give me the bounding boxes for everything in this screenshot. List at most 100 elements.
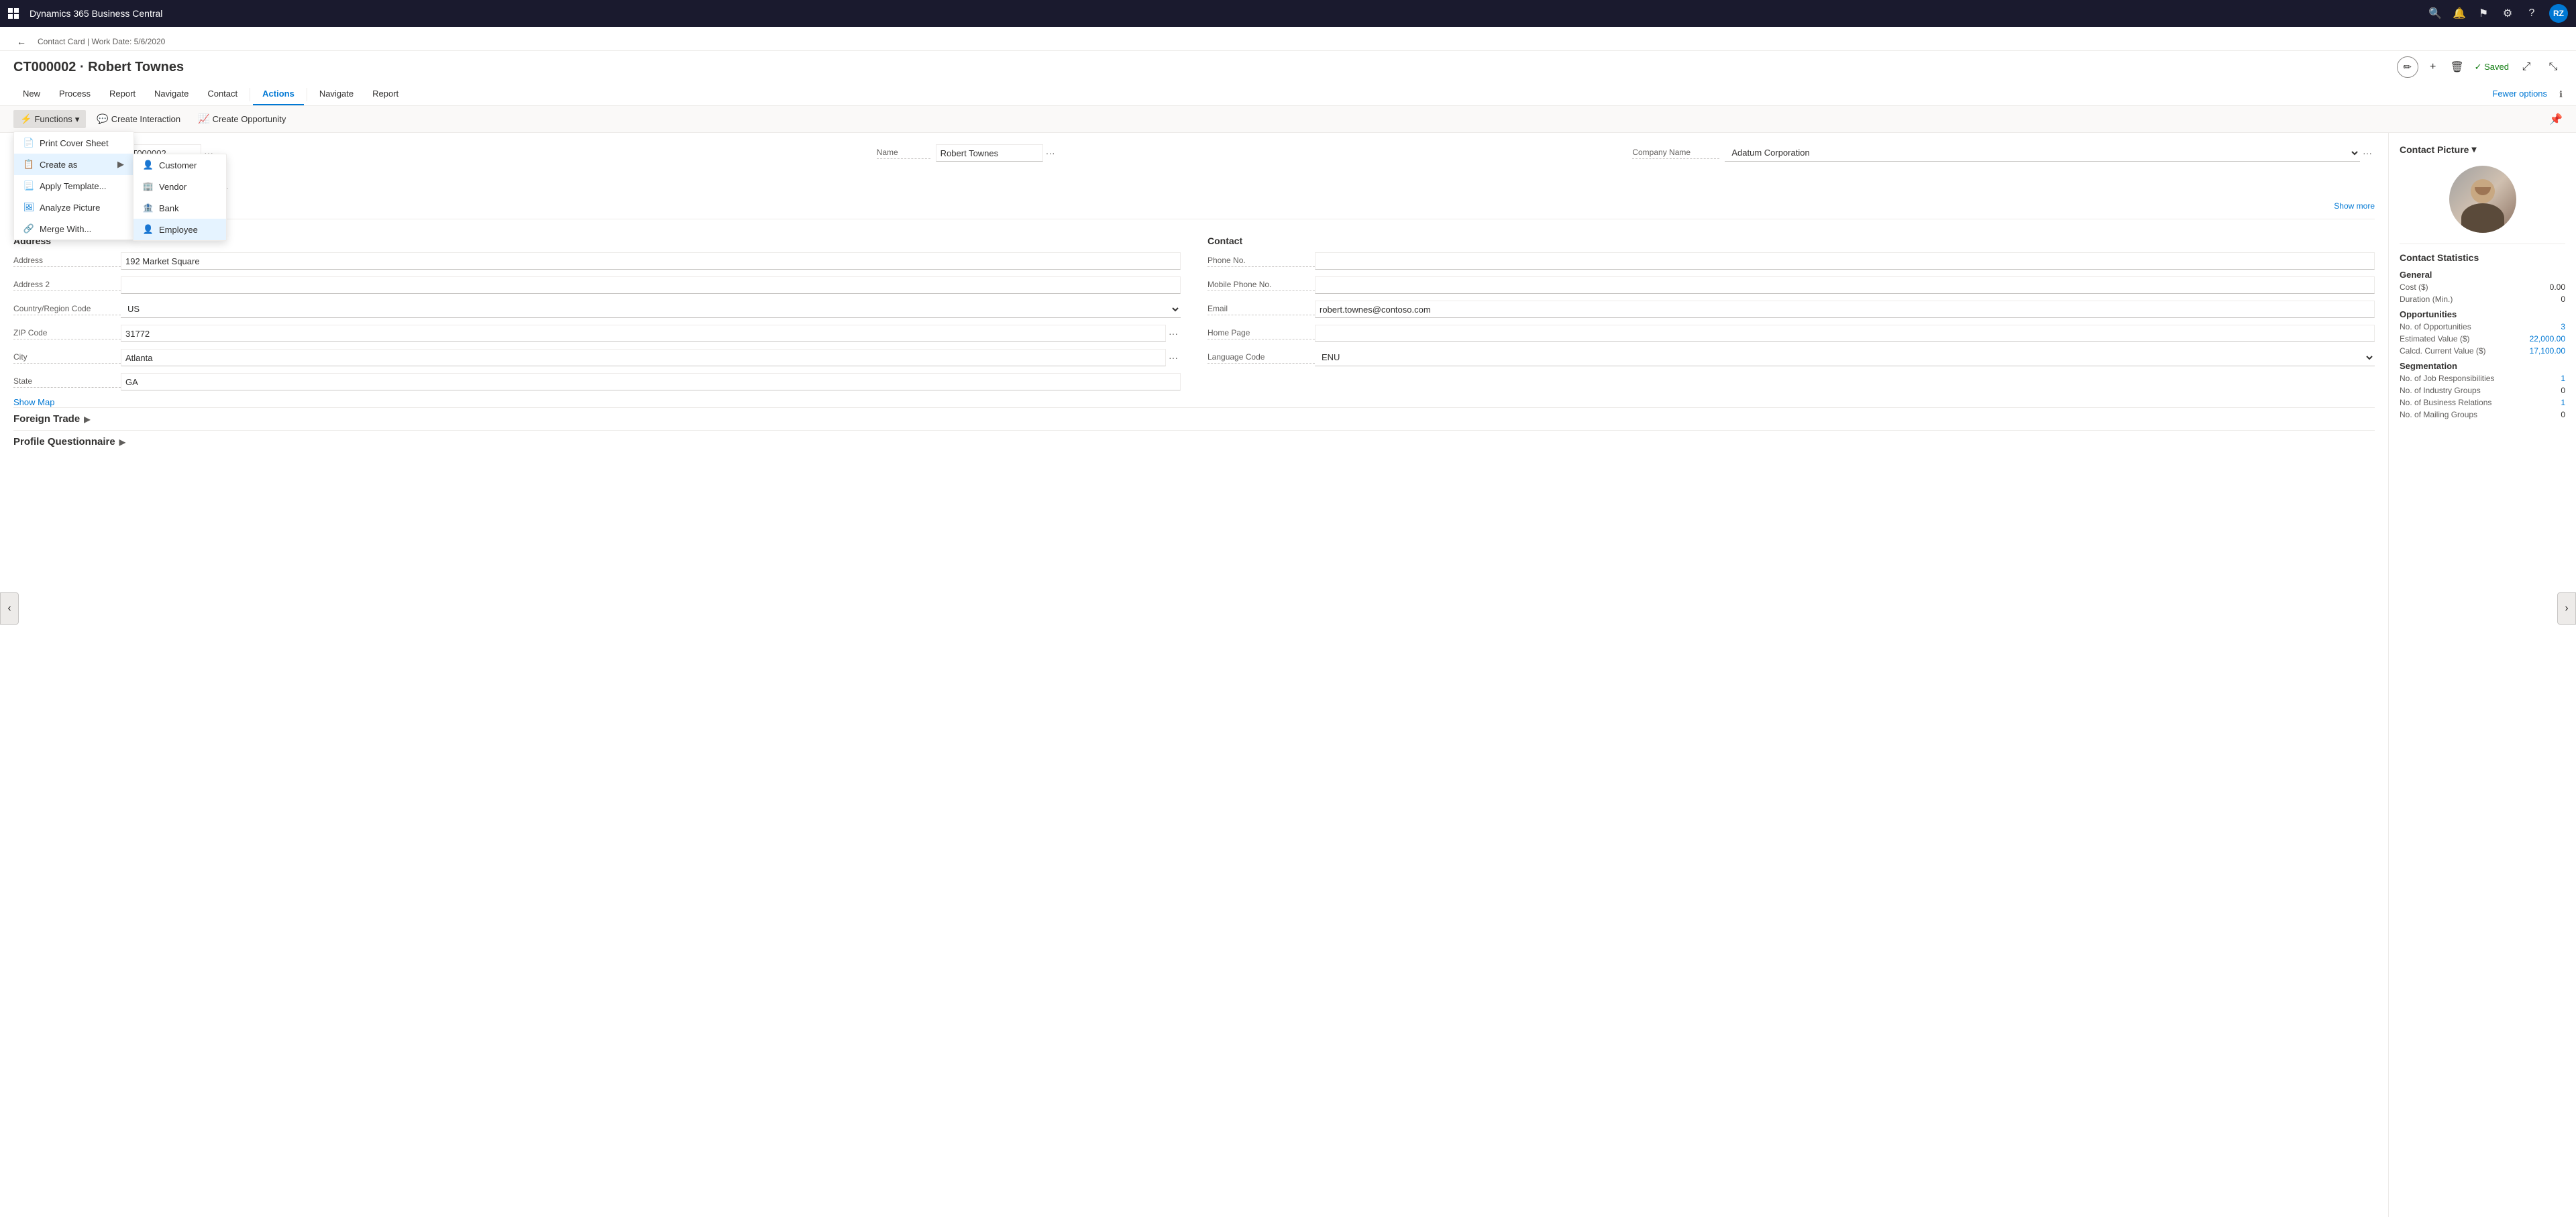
tab-report[interactable]: Report bbox=[100, 83, 145, 105]
city-field-group: City ··· bbox=[13, 348, 1181, 367]
create-opportunity-button[interactable]: 📈 Create Opportunity bbox=[191, 110, 292, 128]
ribbon-tabs: New Process Report Navigate Contact Acti… bbox=[13, 83, 2563, 105]
zip-label: ZIP Code bbox=[13, 328, 121, 339]
flag-icon[interactable]: ⚑ bbox=[2477, 7, 2490, 20]
address2-label: Address 2 bbox=[13, 280, 121, 291]
no-opportunities-value[interactable]: 3 bbox=[2561, 322, 2565, 331]
gear-icon[interactable]: ⚙ bbox=[2501, 7, 2514, 20]
industry-value[interactable]: 0 bbox=[2561, 386, 2565, 395]
toolbar: ⚡ Functions ▾ 💬 Create Interaction 📈 Cre… bbox=[0, 106, 2576, 133]
expand-button[interactable]: ⤢ bbox=[2517, 58, 2536, 76]
analyze-picture-icon: 🖼 bbox=[23, 202, 34, 213]
company-name-more-button[interactable]: ··· bbox=[2360, 144, 2375, 162]
app-grid-icon[interactable] bbox=[8, 8, 19, 19]
ribbon-info-icon[interactable]: ℹ bbox=[2559, 89, 2563, 100]
city-input[interactable] bbox=[121, 349, 1166, 366]
show-map-link[interactable]: Show Map bbox=[13, 397, 54, 407]
mailing-value[interactable]: 0 bbox=[2561, 410, 2565, 419]
functions-icon: ⚡ bbox=[20, 113, 32, 125]
contact-picture-header[interactable]: Contact Picture ▾ bbox=[2400, 144, 2565, 155]
profile-questionnaire-section[interactable]: Profile Questionnaire ▶ bbox=[13, 430, 2375, 453]
language-field-group: Language Code ENU bbox=[1208, 348, 2375, 367]
customer-icon: 👤 bbox=[143, 160, 154, 170]
contact-picture-label: Contact Picture bbox=[2400, 144, 2469, 155]
apply-template-icon: 📃 bbox=[23, 180, 34, 191]
add-button[interactable]: + bbox=[2424, 58, 2443, 76]
submenu-bank[interactable]: 🏦 Bank bbox=[133, 197, 226, 219]
saved-status: ✓ Saved bbox=[2475, 62, 2509, 72]
menu-item-print-cover-sheet[interactable]: 📄 Print Cover Sheet bbox=[14, 132, 133, 154]
menu-item-create-as[interactable]: 📋 Create as ▶ 👤 Customer 🏢 Vendor 🏦 bbox=[14, 154, 133, 175]
email-field-group: Email bbox=[1208, 300, 2375, 319]
language-select[interactable]: ENU bbox=[1315, 349, 2375, 366]
country-label: Country/Region Code bbox=[13, 304, 121, 315]
tab-fewer-options[interactable]: Fewer options bbox=[2483, 83, 2557, 105]
foreign-trade-section[interactable]: Foreign Trade ▶ bbox=[13, 407, 2375, 430]
search-icon[interactable]: 🔍 bbox=[2428, 7, 2442, 20]
menu-item-merge-with[interactable]: 🔗 Merge With... bbox=[14, 218, 133, 240]
delete-button[interactable]: 🗑 bbox=[2448, 58, 2467, 76]
foreign-trade-chevron: ▶ bbox=[84, 415, 90, 424]
industry-row: No. of Industry Groups 0 bbox=[2400, 386, 2565, 395]
bell-icon[interactable]: 🔔 bbox=[2453, 7, 2466, 20]
country-select[interactable]: US bbox=[121, 301, 1181, 318]
country-field-group: Country/Region Code US bbox=[13, 300, 1181, 319]
functions-button[interactable]: ⚡ Functions ▾ bbox=[13, 110, 86, 128]
help-icon[interactable]: ? bbox=[2525, 7, 2538, 20]
phone-input[interactable] bbox=[1315, 252, 2375, 270]
name-more-button[interactable]: ··· bbox=[1043, 144, 1058, 162]
prev-arrow[interactable]: ‹ bbox=[0, 592, 19, 625]
mobile-input[interactable] bbox=[1315, 276, 2375, 294]
tab-actions[interactable]: Actions bbox=[253, 83, 304, 105]
name-label: Name bbox=[877, 148, 930, 159]
profile-questionnaire-label: Profile Questionnaire bbox=[13, 436, 115, 447]
back-button[interactable]: ← bbox=[13, 34, 30, 50]
company-name-select[interactable]: Adatum Corporation bbox=[1725, 144, 2360, 162]
submenu-customer[interactable]: 👤 Customer bbox=[133, 154, 226, 176]
mobile-field-group: Mobile Phone No. bbox=[1208, 276, 2375, 295]
duration-value: 0 bbox=[2561, 295, 2565, 304]
tab-report-2[interactable]: Report bbox=[363, 83, 408, 105]
number-field-container: ··· bbox=[121, 144, 863, 162]
avatar[interactable]: RZ bbox=[2549, 4, 2568, 23]
record-actions: ✏ + 🗑 bbox=[2397, 56, 2467, 78]
edit-button[interactable]: ✏ bbox=[2397, 56, 2418, 78]
address-input[interactable] bbox=[121, 252, 1181, 270]
name-input[interactable] bbox=[936, 144, 1043, 162]
state-input[interactable] bbox=[121, 373, 1181, 390]
email-input[interactable] bbox=[1315, 301, 2375, 318]
create-as-submenu: 👤 Customer 🏢 Vendor 🏦 Bank 👤 Employee bbox=[133, 154, 227, 241]
show-more-link[interactable]: Show more bbox=[2334, 201, 2375, 211]
tab-contact[interactable]: Contact bbox=[198, 83, 247, 105]
job-resp-value[interactable]: 1 bbox=[2561, 374, 2565, 383]
tab-new[interactable]: New bbox=[13, 83, 50, 105]
pin-icon[interactable]: 📌 bbox=[2549, 113, 2563, 126]
right-panel: Contact Picture ▾ Contact Statistics Gen… bbox=[2388, 133, 2576, 1217]
estimated-value[interactable]: 22,000.00 bbox=[2530, 334, 2565, 343]
duration-label: Duration (Min.) bbox=[2400, 295, 2453, 304]
submenu-vendor[interactable]: 🏢 Vendor bbox=[133, 176, 226, 197]
city-more-button[interactable]: ··· bbox=[1166, 349, 1181, 366]
segmentation-stats-header: Segmentation bbox=[2400, 361, 2565, 371]
job-resp-row: No. of Job Responsibilities 1 bbox=[2400, 374, 2565, 383]
submenu-customer-label: Customer bbox=[159, 160, 197, 170]
menu-item-apply-template[interactable]: 📃 Apply Template... bbox=[14, 175, 133, 197]
address2-input[interactable] bbox=[121, 276, 1181, 294]
tab-navigate-2[interactable]: Navigate bbox=[310, 83, 363, 105]
maximize-button[interactable]: ⤡ bbox=[2544, 58, 2563, 76]
calcd-value[interactable]: 17,100.00 bbox=[2530, 346, 2565, 356]
tab-navigate-1[interactable]: Navigate bbox=[145, 83, 198, 105]
submenu-employee[interactable]: 👤 Employee bbox=[133, 219, 226, 240]
country-field-container: US bbox=[121, 301, 1181, 318]
next-arrow[interactable]: › bbox=[2557, 592, 2576, 625]
business-value[interactable]: 1 bbox=[2561, 398, 2565, 407]
create-opportunity-label: Create Opportunity bbox=[213, 114, 286, 124]
tab-process[interactable]: Process bbox=[50, 83, 100, 105]
create-interaction-button[interactable]: 💬 Create Interaction bbox=[90, 110, 187, 128]
profile-questionnaire-chevron: ▶ bbox=[119, 437, 125, 447]
menu-item-analyze-picture[interactable]: 🖼 Analyze Picture bbox=[14, 197, 133, 218]
zip-more-button[interactable]: ··· bbox=[1166, 325, 1181, 342]
zip-input[interactable] bbox=[121, 325, 1166, 342]
homepage-input[interactable] bbox=[1315, 325, 2375, 342]
foreign-trade-label: Foreign Trade bbox=[13, 413, 80, 425]
